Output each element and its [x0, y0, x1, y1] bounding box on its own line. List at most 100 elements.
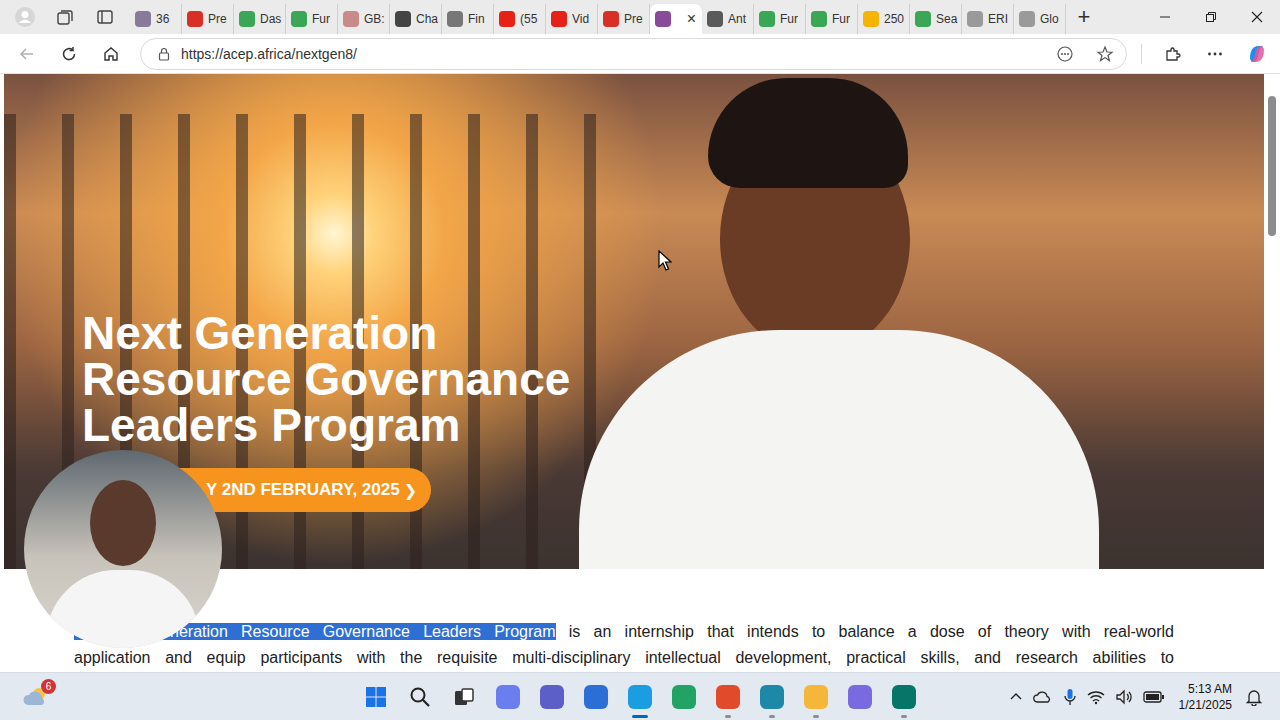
- browser-tab[interactable]: Pre: [598, 4, 650, 34]
- microphone-icon[interactable]: [1063, 688, 1077, 706]
- browser-tab[interactable]: Ant: [702, 4, 754, 34]
- favicon-icon: [187, 11, 203, 27]
- app-icon: [760, 685, 784, 709]
- onedrive-cloud-icon[interactable]: [1033, 689, 1053, 705]
- pinned-app[interactable]: [882, 675, 926, 719]
- favorite-star-icon[interactable]: [1096, 45, 1114, 63]
- browser-tab[interactable]: Fur: [806, 4, 858, 34]
- browser-tab[interactable]: ERI: [962, 4, 1014, 34]
- favicon-icon: [343, 11, 359, 27]
- favicon-icon: [395, 11, 411, 27]
- extensions-button[interactable]: [1156, 38, 1190, 70]
- tab-label: ERI: [988, 12, 1008, 26]
- pinned-app[interactable]: [618, 675, 662, 719]
- pinned-app[interactable]: [838, 675, 882, 719]
- person-hair: [708, 78, 908, 188]
- home-button[interactable]: [94, 38, 128, 70]
- task-view-button[interactable]: [442, 675, 486, 719]
- favicon-icon: [239, 11, 255, 27]
- back-button[interactable]: [10, 38, 44, 70]
- pinned-app[interactable]: [794, 675, 838, 719]
- browser-tab[interactable]: Glo: [1014, 4, 1066, 34]
- tab-label: Fur: [832, 12, 850, 26]
- tab-actions-button[interactable]: [88, 2, 122, 32]
- browser-tab[interactable]: Sea: [910, 4, 962, 34]
- favicon-icon: [1019, 11, 1035, 27]
- browser-tab[interactable]: GB:: [338, 4, 390, 34]
- notification-bell-icon[interactable]: [1246, 688, 1262, 706]
- browser-tab[interactable]: 250: [858, 4, 910, 34]
- pinned-app[interactable]: [530, 675, 574, 719]
- browser-tab[interactable]: Das: [234, 4, 286, 34]
- pinned-app[interactable]: [706, 675, 750, 719]
- browser-tab[interactable]: Pre: [182, 4, 234, 34]
- start-button[interactable]: [354, 675, 398, 719]
- pinned-app[interactable]: [574, 675, 618, 719]
- favicon-icon: [655, 11, 671, 27]
- more-button[interactable]: [1198, 38, 1232, 70]
- browser-tab[interactable]: 36: [130, 4, 182, 34]
- clock[interactable]: 5:13 AM1/21/2025: [1175, 681, 1236, 713]
- scrollbar-thumb[interactable]: [1268, 96, 1276, 236]
- tab-actions-icon: [96, 8, 114, 26]
- tab-label: Pre: [624, 12, 643, 26]
- favicon-icon: [915, 11, 931, 27]
- app-icon: [672, 685, 696, 709]
- toolbar: https://acep.africa/nextgen8/: [0, 34, 1280, 74]
- pinned-app[interactable]: [486, 675, 530, 719]
- url-text: https://acep.africa/nextgen8/: [181, 46, 357, 62]
- browser-tab[interactable]: Cha: [390, 4, 442, 34]
- app-icon: [804, 685, 828, 709]
- minimize-icon: [1159, 11, 1171, 23]
- weather-badge: 6: [41, 679, 56, 694]
- tab-label: Fur: [312, 12, 330, 26]
- battery-icon[interactable]: [1143, 690, 1165, 704]
- workspaces-icon: [56, 8, 74, 26]
- running-indicator: [769, 715, 775, 718]
- refresh-button[interactable]: [52, 38, 86, 70]
- profile-button[interactable]: [8, 2, 42, 32]
- scrollbar[interactable]: [1264, 74, 1280, 672]
- app-icon: [540, 685, 564, 709]
- minimize-button[interactable]: [1142, 0, 1188, 34]
- browser-tab[interactable]: Fur: [754, 4, 806, 34]
- pinned-app[interactable]: [662, 675, 706, 719]
- browser-tab[interactable]: Vid: [546, 4, 598, 34]
- chevron-up-icon[interactable]: [1009, 690, 1023, 704]
- browser-tab[interactable]: (55: [494, 4, 546, 34]
- favicon-icon: [499, 11, 515, 27]
- copilot-button[interactable]: [1240, 38, 1274, 70]
- running-indicator: [725, 715, 731, 718]
- weather-widget[interactable]: 6: [18, 679, 54, 715]
- address-bar[interactable]: https://acep.africa/nextgen8/: [140, 38, 1127, 70]
- pinned-app[interactable]: [750, 675, 794, 719]
- read-aloud-icon[interactable]: [1056, 45, 1074, 63]
- wifi-icon[interactable]: [1087, 689, 1105, 705]
- hero-title: Next Generation Resource Governance Lead…: [82, 310, 622, 448]
- back-arrow-icon: [18, 45, 36, 63]
- close-icon: [1251, 11, 1263, 23]
- tab-label: Glo: [1040, 12, 1059, 26]
- intro-line: neration Resource Governance Leaders Pro…: [74, 619, 1174, 645]
- speaker-icon[interactable]: [1115, 689, 1133, 705]
- taskbar-left: 6: [0, 679, 354, 715]
- chevron-icon: ❯: [404, 481, 417, 500]
- browser-tab[interactable]: Fin: [442, 4, 494, 34]
- app-icon: [628, 685, 652, 709]
- strip-tools: [0, 0, 130, 34]
- tab-close-button[interactable]: ×: [687, 11, 696, 27]
- running-indicator: [813, 715, 819, 718]
- clock-time: 5:13 AM: [1188, 681, 1232, 697]
- browser-tab[interactable]: Fur: [286, 4, 338, 34]
- workspaces-button[interactable]: [48, 2, 82, 32]
- new-tab-button[interactable]: +: [1066, 0, 1102, 34]
- favicon-icon: [447, 11, 463, 27]
- browser-tab[interactable]: ×: [650, 4, 702, 34]
- web-page: Next Generation Resource Governance Lead…: [0, 74, 1280, 672]
- app-icon: [716, 685, 740, 709]
- restore-button[interactable]: [1188, 0, 1234, 34]
- search-button[interactable]: [398, 675, 442, 719]
- close-button[interactable]: [1234, 0, 1280, 34]
- more-dots-icon: [1206, 45, 1224, 63]
- favicon-icon: [967, 11, 983, 27]
